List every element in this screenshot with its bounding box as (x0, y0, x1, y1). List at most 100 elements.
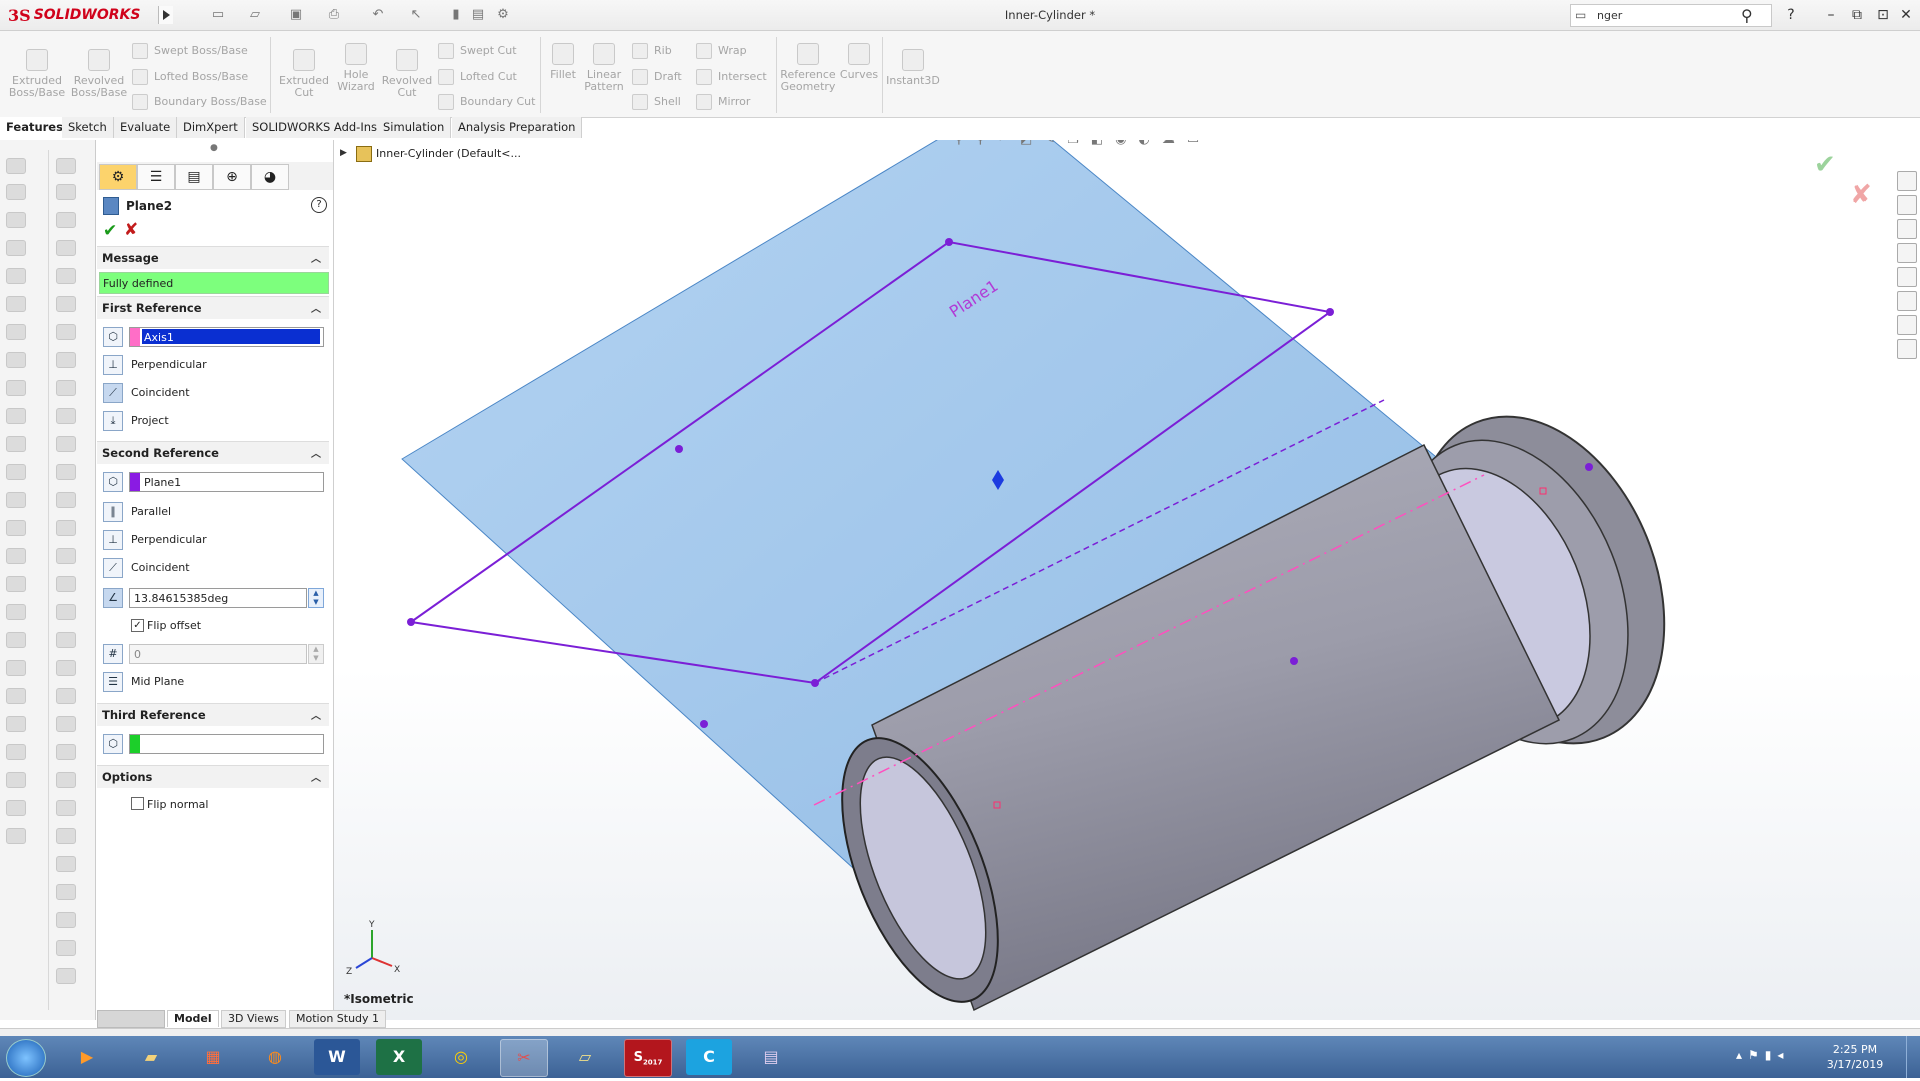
restore-button[interactable]: ⧉ (1846, 5, 1868, 25)
tool-icon[interactable] (6, 380, 26, 396)
tool-icon[interactable] (6, 688, 26, 704)
help-icon[interactable]: ? (311, 197, 327, 213)
tool-icon[interactable] (6, 520, 26, 536)
tool-icon[interactable] (6, 158, 26, 174)
select-arrow-icon[interactable]: ↖ (408, 7, 424, 23)
first-perpendicular-option[interactable]: ⊥ Perpendicular (97, 353, 329, 375)
help-icon[interactable]: ? (1780, 5, 1802, 25)
chrome-icon[interactable]: ◎ (438, 1039, 484, 1075)
tab-scroll-arrows[interactable] (97, 1010, 165, 1028)
wrap-button[interactable]: Wrap (696, 43, 747, 59)
view-orientation-icon[interactable]: ❒ (1067, 140, 1079, 154)
view-tile-button[interactable]: ⊡ (1872, 5, 1894, 25)
media-player-icon[interactable]: ▶ (64, 1039, 110, 1075)
angle-spinner[interactable]: ▲ ▼ (308, 588, 324, 608)
cortana-c-icon[interactable]: C (686, 1039, 732, 1075)
tool-icon[interactable] (56, 380, 76, 396)
tool-icon[interactable] (56, 268, 76, 284)
instances-spinner[interactable]: ▲ ▼ (308, 644, 324, 664)
home-icon[interactable] (1897, 171, 1917, 191)
message-section-header[interactable]: Message ︿ (97, 246, 329, 269)
tool-icon[interactable] (56, 464, 76, 480)
design-library-icon[interactable] (1897, 195, 1917, 215)
display-style-icon[interactable]: ◧ (1091, 140, 1103, 154)
tab-analysis-preparation[interactable]: Analysis Preparation (452, 117, 583, 138)
tool-icon[interactable] (6, 828, 26, 844)
search-input[interactable]: nger (1597, 9, 1622, 22)
second-reference-field[interactable]: Plane1 (129, 472, 324, 492)
tool-icon[interactable] (56, 968, 76, 984)
tool-icon[interactable] (56, 828, 76, 844)
plane-handle[interactable] (675, 445, 683, 453)
custom-properties-icon[interactable] (1897, 291, 1917, 311)
graphics-area[interactable]: Plane1 Y X Z ▶ Inner-Cylinder (Default<.… (334, 140, 1920, 1020)
tool-icon[interactable] (56, 296, 76, 312)
tool-icon[interactable] (56, 688, 76, 704)
tool-icon[interactable] (56, 716, 76, 732)
curves-button[interactable]: Curves (838, 43, 880, 81)
boundary-boss-button[interactable]: Boundary Boss/Base (132, 94, 267, 110)
tool-icon[interactable] (56, 884, 76, 900)
third-reference-header[interactable]: Third Reference ︿ (97, 703, 329, 726)
mid-plane-option[interactable]: ☰ Mid Plane (97, 670, 329, 692)
tool-icon[interactable] (56, 520, 76, 536)
print-icon[interactable]: ⎙ (326, 7, 342, 23)
tool-icon[interactable] (56, 324, 76, 340)
second-parallel-option[interactable]: ∥ Parallel (97, 500, 329, 522)
intersect-button[interactable]: Intersect (696, 69, 767, 85)
calculator-icon[interactable]: ▤ (748, 1039, 794, 1075)
instant3d-button[interactable]: Instant3D (886, 49, 940, 87)
tool-icon[interactable] (6, 240, 26, 256)
tool-icon[interactable] (56, 604, 76, 620)
tool-icon[interactable] (6, 576, 26, 592)
appearance-tab-icon[interactable]: ◕ (251, 164, 289, 190)
file-explorer-icon[interactable]: ▰ (128, 1039, 174, 1075)
tool-icon[interactable] (56, 632, 76, 648)
tool-icon[interactable] (56, 800, 76, 816)
rib-button[interactable]: Rib (632, 43, 672, 59)
tab-dimxpert[interactable]: DimXpert (177, 117, 245, 138)
tool-icon[interactable] (56, 856, 76, 872)
start-button[interactable] (6, 1039, 46, 1077)
boundary-cut-button[interactable]: Boundary Cut (438, 94, 535, 110)
extruded-cut-button[interactable]: Extruded Cut (276, 49, 332, 99)
flip-normal-checkbox[interactable] (131, 797, 144, 810)
tool-icon[interactable] (56, 436, 76, 452)
fillet-button[interactable]: Fillet (546, 43, 580, 81)
angle-input[interactable]: 13.84615385deg (129, 588, 307, 608)
second-coincident-option[interactable]: ⟋ Coincident (97, 556, 329, 578)
excel-icon[interactable]: X (376, 1039, 422, 1075)
tab-features[interactable]: Features (0, 117, 70, 138)
confirm-cancel-icon[interactable]: ✘ (1850, 180, 1872, 210)
apply-scene-icon[interactable]: ☁ (1162, 140, 1175, 154)
tool-icon[interactable] (6, 604, 26, 620)
panel-grip[interactable]: ● (210, 143, 218, 153)
instances-input[interactable]: 0 (129, 644, 307, 664)
tab-3d-views[interactable]: 3D Views (221, 1010, 286, 1028)
first-coincident-option[interactable]: ⟋ Coincident (97, 381, 329, 403)
collapse-chevron-icon[interactable]: ︿ (311, 769, 321, 784)
tool-icon[interactable] (56, 408, 76, 424)
clock[interactable]: 2:25 PM 3/17/2019 (1820, 1042, 1890, 1072)
property-manager-tab-icon[interactable]: ⚙ (99, 164, 137, 190)
model-viewport[interactable]: Plane1 Y X Z (334, 140, 1920, 1020)
view-palette-icon[interactable] (1897, 243, 1917, 263)
plane-handle[interactable] (407, 618, 415, 626)
swept-cut-button[interactable]: Swept Cut (438, 43, 517, 59)
cancel-x-icon[interactable]: ✘ (124, 220, 138, 240)
tool-icon[interactable] (56, 660, 76, 676)
first-reference-header[interactable]: First Reference ︿ (97, 296, 329, 319)
second-reference-header[interactable]: Second Reference ︿ (97, 441, 329, 464)
feature-tree-tab-icon[interactable]: ☰ (137, 164, 175, 190)
system-tray-icons[interactable]: ▴⚑▮◂ (1736, 1048, 1789, 1062)
tab-sketch[interactable]: Sketch (62, 117, 114, 138)
file-explorer-icon[interactable] (1897, 219, 1917, 239)
reference-geometry-button[interactable]: Reference Geometry (780, 43, 836, 93)
undo-icon[interactable]: ↶ (370, 7, 386, 23)
sticky-notes-icon[interactable]: ▱ (562, 1039, 608, 1075)
zoom-to-fit-icon[interactable]: ⚲ (954, 140, 964, 154)
tool-icon[interactable] (6, 548, 26, 564)
tool-icon[interactable] (6, 352, 26, 368)
new-document-icon[interactable]: ▭ (210, 7, 226, 23)
forum-icon[interactable] (1897, 315, 1917, 335)
